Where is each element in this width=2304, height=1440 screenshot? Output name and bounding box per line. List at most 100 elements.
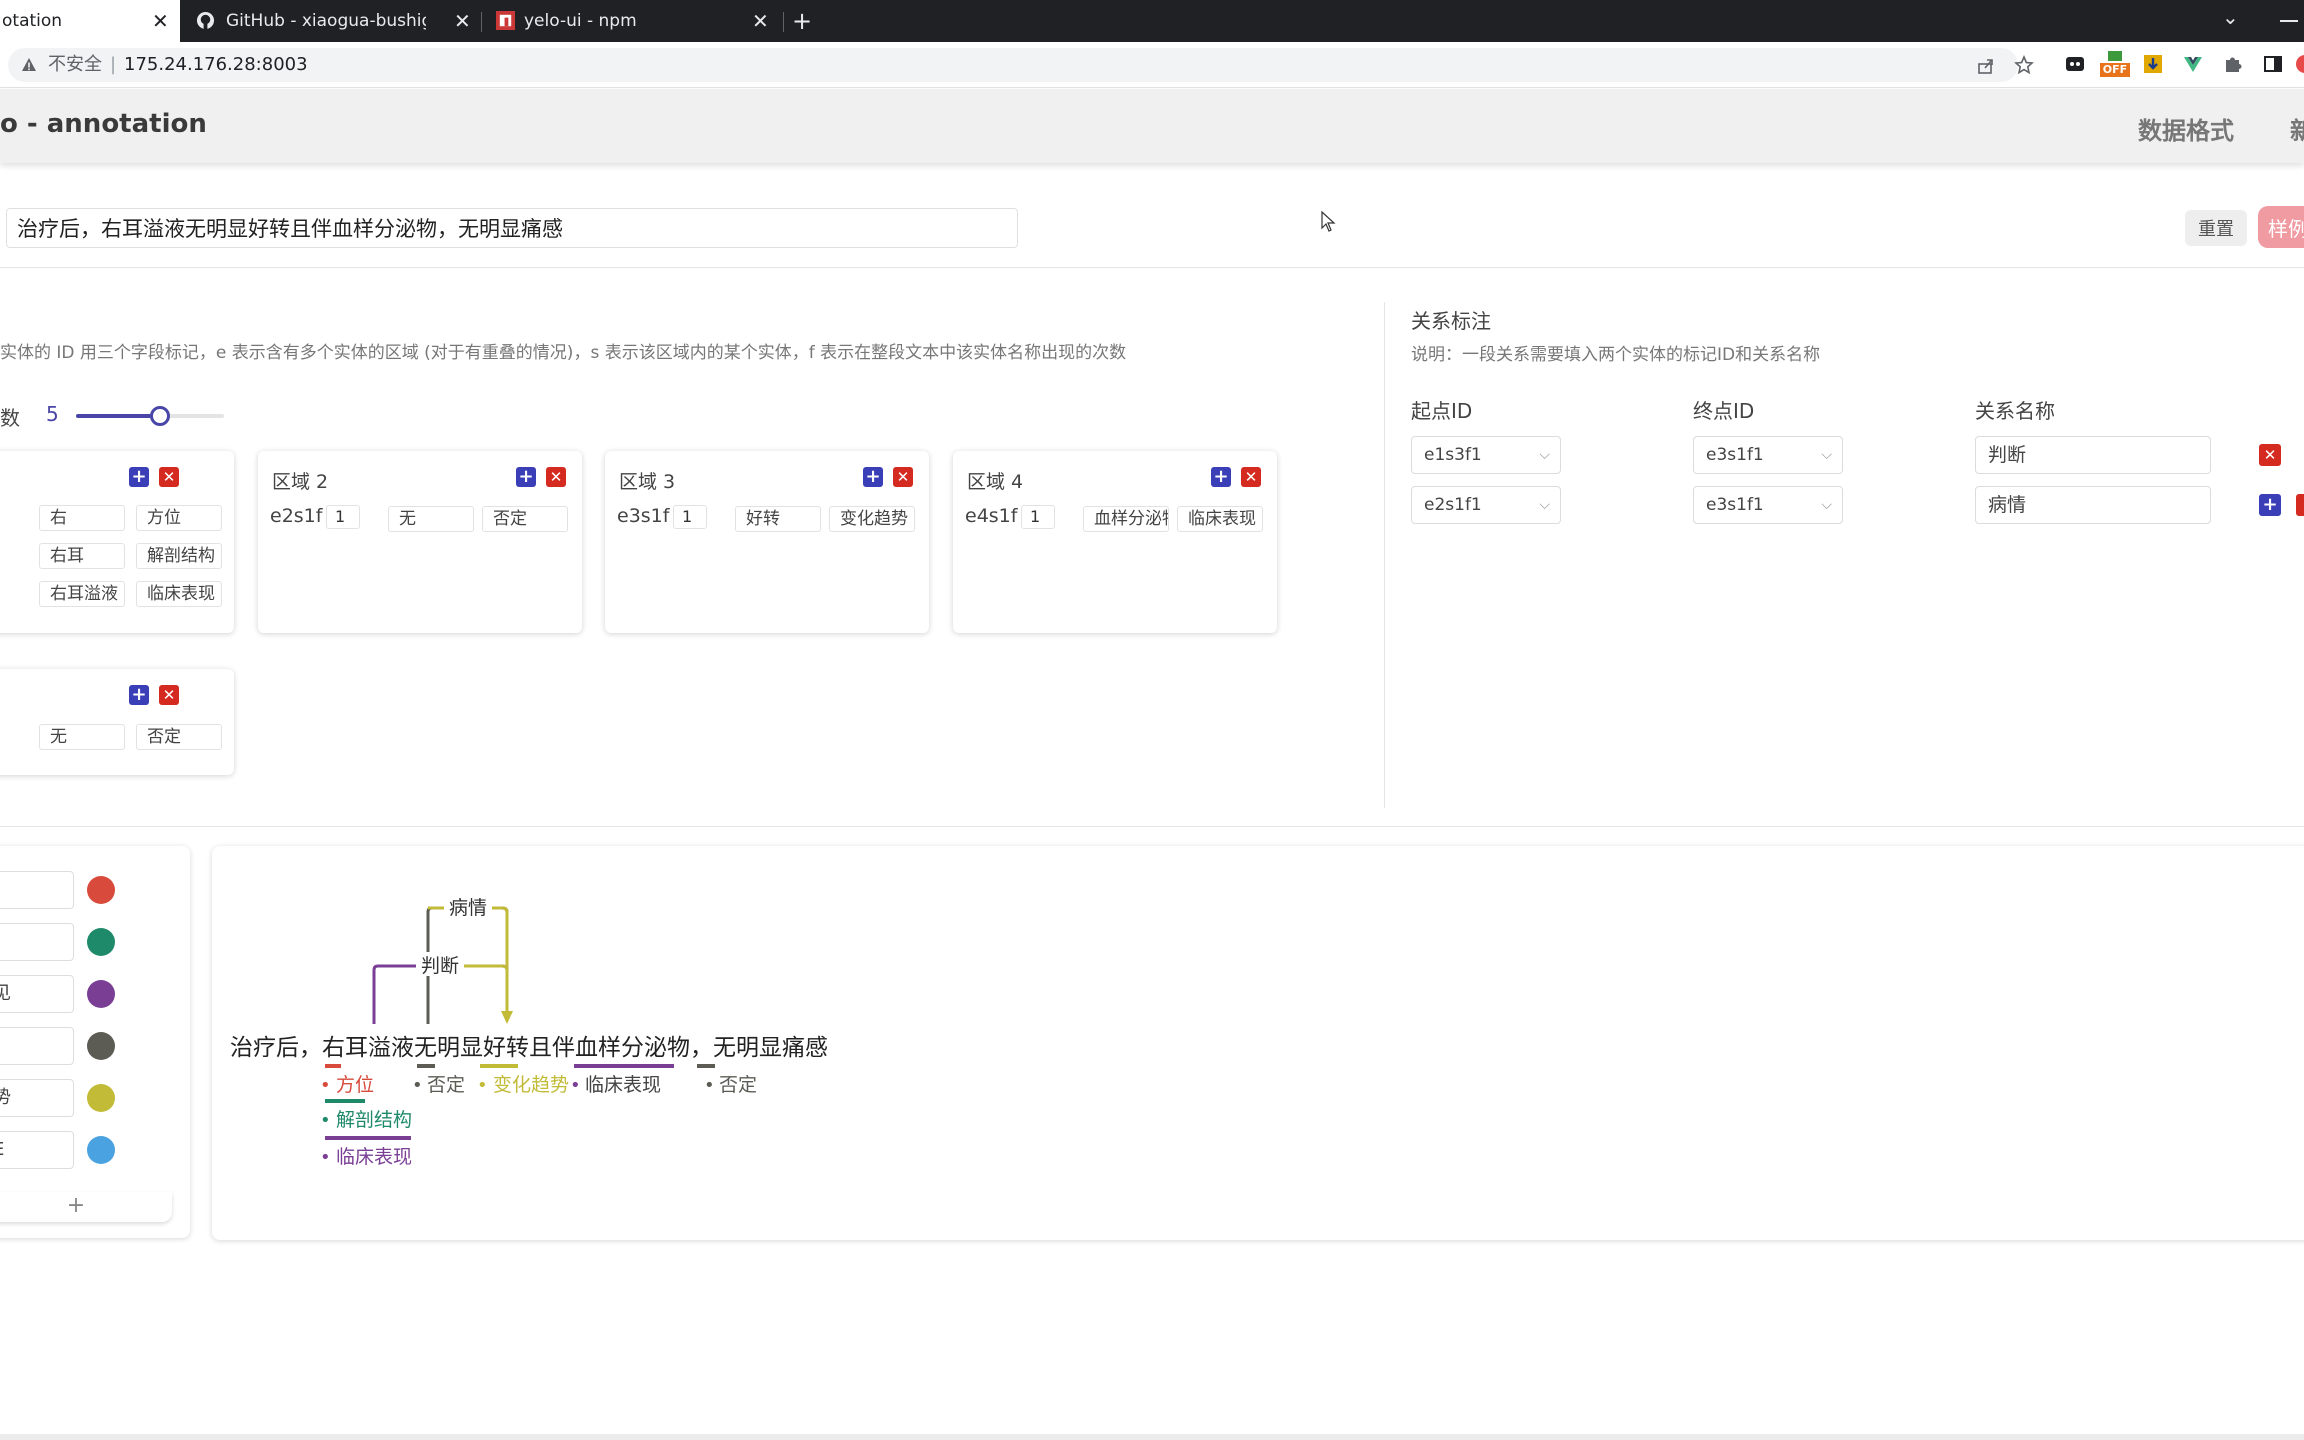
delete-relation-button[interactable]: ✕ — [2259, 444, 2281, 466]
column-end-id: 终点ID — [1693, 399, 1755, 423]
entity-tag: 解剖结构 — [336, 1109, 412, 1131]
close-icon[interactable]: ✕ — [752, 0, 769, 42]
close-icon[interactable]: ✕ — [454, 0, 471, 42]
label-color-swatch[interactable] — [87, 1032, 115, 1060]
entity-tag-bullet: • — [412, 1075, 423, 1096]
app-header: o - annotation 数据格式 新 — [0, 89, 2304, 163]
window-minimize[interactable] — [2280, 0, 2304, 42]
sample-button[interactable]: 样例 — [2258, 206, 2304, 248]
tab-title: yelo-ui - npm — [524, 11, 637, 31]
entity-label-field[interactable]: 否定 — [482, 506, 568, 532]
add-entity-button[interactable]: + — [1211, 467, 1231, 487]
label-color-swatch[interactable] — [87, 876, 115, 904]
entity-label-field[interactable]: 方位 — [136, 505, 222, 531]
entity-label-field[interactable]: 否定 — [136, 724, 222, 750]
entity-underline-qushi — [480, 1064, 518, 1068]
add-relation-button[interactable]: + — [2259, 494, 2281, 516]
relation-end-select[interactable]: e3s1f1 ⌵ — [1693, 436, 1843, 474]
label-name-input[interactable]: E — [0, 1131, 74, 1169]
close-icon[interactable]: ✕ — [152, 0, 169, 42]
reset-button[interactable]: 重置 — [2185, 210, 2247, 246]
label-color-swatch[interactable] — [87, 1136, 115, 1164]
url-separator: | — [110, 54, 117, 75]
entity-label-field[interactable]: 临床表现 — [136, 581, 222, 607]
profile-icon[interactable] — [2294, 54, 2304, 76]
omnibox[interactable]: 不安全 | 175.24.176.28:8003 — [8, 48, 2034, 82]
add-entity-button[interactable]: + — [129, 467, 149, 487]
entity-underline-fouding — [417, 1064, 435, 1068]
delete-region-button[interactable]: ✕ — [159, 467, 179, 487]
arrow-head-icon — [501, 1011, 513, 1024]
entity-tag: 临床表现 — [336, 1146, 412, 1168]
delete-region-button[interactable]: ✕ — [546, 467, 566, 487]
relation-start-select[interactable]: e1s3f1 ⌵ — [1411, 436, 1561, 474]
section-divider — [0, 826, 2304, 827]
relation-name-input[interactable]: 判断 — [1975, 436, 2211, 474]
bottom-strip — [0, 1434, 2304, 1440]
label-name-input[interactable]: ] — [0, 923, 74, 961]
extension-icon-1[interactable] — [2064, 54, 2086, 76]
puzzle-icon[interactable] — [2222, 54, 2244, 76]
vue-devtools-icon[interactable] — [2182, 54, 2204, 76]
label-color-swatch[interactable] — [87, 980, 115, 1008]
column-relation-name: 关系名称 — [1975, 399, 2055, 423]
label-color-swatch[interactable] — [87, 1084, 115, 1112]
label-color-swatch[interactable] — [87, 928, 115, 956]
browser-tab-bar: otation ✕ GitHub - xiaogua-bushigua/ye ✕… — [0, 0, 2304, 42]
relation-panel-title: 关系标注 — [1411, 309, 1491, 333]
app-title: o - annotation — [0, 109, 207, 139]
side-panel-icon[interactable] — [2262, 54, 2284, 76]
delete-region-button[interactable]: ✕ — [893, 467, 913, 487]
entity-label-field[interactable]: 临床表现 — [1177, 506, 1263, 532]
nav-new[interactable]: 新 — [2290, 111, 2304, 146]
share-icon[interactable] — [1976, 56, 1996, 76]
delete-region-button[interactable]: ✕ — [159, 685, 179, 705]
tab-github[interactable]: GitHub - xiaogua-bushigua/ye ✕ — [182, 0, 480, 42]
entity-text-field[interactable]: 无 — [39, 724, 125, 750]
entity-count-input[interactable]: 1 — [673, 505, 707, 529]
entity-text-field[interactable]: 好转 — [735, 506, 821, 532]
select-value: e3s1f1 — [1706, 445, 1764, 465]
entity-tag-bullet: • — [477, 1075, 488, 1096]
text-input[interactable] — [6, 208, 1018, 248]
relation-end-select[interactable]: e3s1f1 ⌵ — [1693, 486, 1843, 524]
nav-data-format[interactable]: 数据格式 — [2138, 111, 2234, 146]
npm-icon — [496, 11, 515, 30]
region-title: 区域 2 — [272, 471, 329, 493]
entity-label-field[interactable]: 变化趋势 — [829, 506, 915, 532]
label-name-input[interactable]: 势 — [0, 1079, 74, 1117]
count-slider-thumb[interactable] — [150, 406, 171, 426]
entity-underline-jiepou — [325, 1099, 365, 1103]
label-name-input[interactable] — [0, 1027, 74, 1065]
entity-label-field[interactable]: 解剖结构 — [136, 543, 222, 569]
mouse-cursor-icon — [1321, 211, 1336, 232]
entity-underline-fangwei — [325, 1064, 341, 1068]
relation-panel-description: 说明：一段关系需要填入两个实体的标记ID和关系名称 — [1411, 345, 1821, 365]
star-icon[interactable] — [2014, 55, 2034, 75]
download-icon[interactable] — [2142, 54, 2164, 76]
new-tab-button[interactable]: + — [792, 0, 822, 42]
count-value: 5 — [46, 402, 59, 426]
delete-region-button[interactable]: ✕ — [1241, 467, 1261, 487]
tab-npm[interactable]: yelo-ui - npm ✕ — [484, 0, 782, 42]
label-name-input[interactable] — [0, 871, 74, 909]
entity-text-field[interactable]: 血样分泌物 — [1083, 506, 1169, 532]
entity-text-field[interactable]: 无 — [388, 506, 474, 532]
entity-text-field[interactable]: 右耳 — [39, 543, 125, 569]
tab-search-button[interactable]: ⌄ — [2222, 0, 2246, 42]
entity-underline-linchuang-2 — [325, 1136, 411, 1140]
tab-annotation[interactable]: otation ✕ — [0, 0, 180, 42]
add-entity-button[interactable]: + — [129, 685, 149, 705]
entity-count-input[interactable]: 1 — [326, 505, 360, 529]
delete-relation-button[interactable] — [2296, 494, 2304, 516]
add-entity-button[interactable]: + — [863, 467, 883, 487]
relation-start-select[interactable]: e2s1f1 ⌵ — [1411, 486, 1561, 524]
add-entity-button[interactable]: + — [516, 467, 536, 487]
extension-icon-off[interactable]: OFF — [2100, 50, 2130, 78]
relation-name-input[interactable]: 病情 — [1975, 486, 2211, 524]
entity-text-field[interactable]: 右耳溢液 — [39, 581, 125, 607]
label-name-input[interactable]: 见 — [0, 975, 74, 1013]
entity-text-field[interactable]: 右 — [39, 505, 125, 531]
entity-count-input[interactable]: 1 — [1021, 505, 1055, 529]
add-label-button[interactable]: + — [0, 1192, 172, 1222]
